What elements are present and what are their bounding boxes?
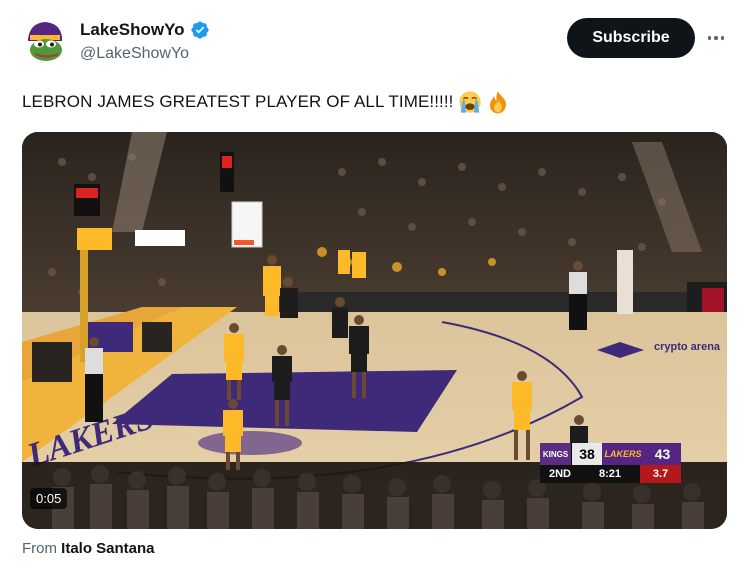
scoreboard: KINGS 38 LAKERS 43 2ND 8:21 3.7 — [540, 443, 681, 483]
media-attribution: From Italo Santana — [22, 540, 155, 557]
arena-text: crypto arena — [654, 341, 721, 353]
period-label: 2ND — [548, 468, 571, 480]
attribution-prefix: From — [22, 540, 57, 557]
game-clock: 8:21 — [598, 468, 622, 480]
attribution-source-link[interactable]: Italo Santana — [61, 540, 154, 557]
verified-badge-icon — [191, 21, 209, 39]
tweet-text: LEBRON JAMES GREATEST PLAYER OF ALL TIME… — [22, 90, 510, 114]
scoreboard-score-row: KINGS 38 LAKERS 43 — [540, 443, 681, 465]
pepe-frog-lakers-hat-avatar-icon — [22, 17, 68, 63]
video-duration-badge: 0:05 — [30, 488, 68, 509]
avatar[interactable] — [22, 17, 68, 63]
more-dot — [714, 36, 718, 40]
home-score: 43 — [644, 443, 681, 465]
author-display-name[interactable]: LakeShowYo — [80, 20, 185, 40]
more-dot — [707, 36, 712, 40]
more-options-icon[interactable] — [704, 27, 728, 49]
scoreboard-clock-row: 2ND 8:21 3.7 — [540, 465, 681, 483]
away-score: 38 — [572, 443, 602, 465]
home-team-label: LAKERS — [602, 443, 644, 465]
author-name-row[interactable]: LakeShowYo — [80, 20, 210, 40]
away-team-label: KINGS — [540, 443, 572, 465]
more-dot — [720, 36, 725, 40]
video-player[interactable]: LAKERS crypto arena KINGS 38 LAKERS 43 2… — [22, 132, 727, 529]
tweet-body: LEBRON JAMES GREATEST PLAYER OF ALL TIME… — [22, 92, 454, 111]
shot-clock: 3.7 — [640, 465, 681, 483]
author-handle[interactable]: @LakeShowYo — [80, 45, 189, 63]
loudly-crying-face-icon — [458, 91, 481, 113]
subscribe-button[interactable]: Subscribe — [567, 18, 695, 58]
fire-icon — [489, 91, 506, 114]
